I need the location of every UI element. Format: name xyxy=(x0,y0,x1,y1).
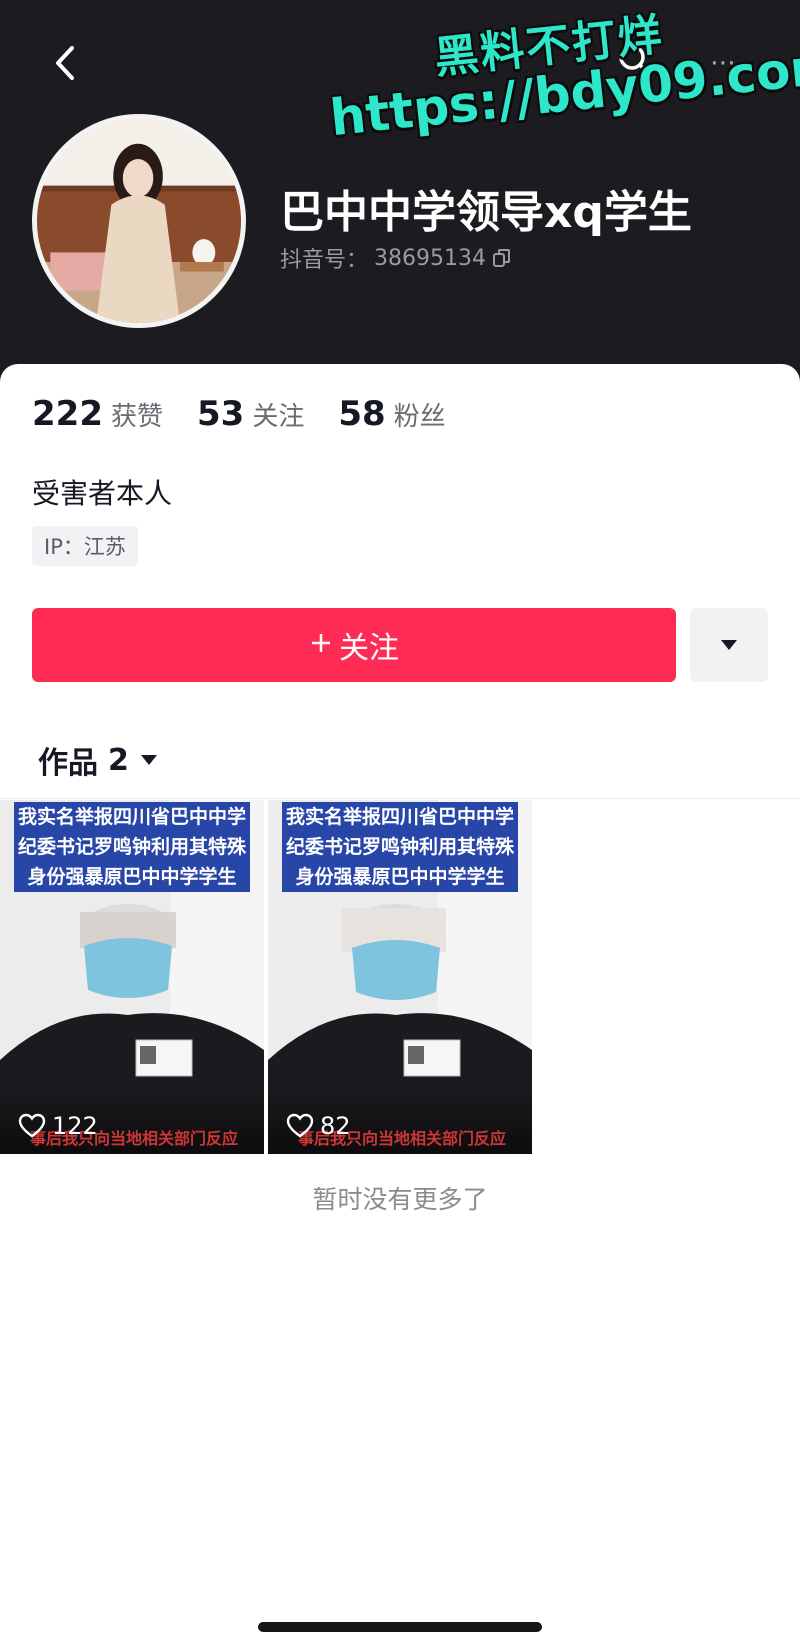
caret-down-icon xyxy=(721,640,737,650)
heart-icon xyxy=(286,1113,314,1138)
video-likes-count: 122 xyxy=(52,1112,98,1140)
plus-icon xyxy=(309,628,333,663)
stats-row: 222 获赞 53 关注 58 粉丝 xyxy=(32,394,446,434)
home-indicator[interactable] xyxy=(258,1622,542,1632)
stat-likes[interactable]: 222 获赞 xyxy=(32,394,163,434)
stat-label: 关注 xyxy=(252,402,305,432)
avatar[interactable] xyxy=(32,114,246,328)
douyin-id-value: 38695134 xyxy=(374,245,486,271)
bio-text: 受害者本人 xyxy=(32,477,173,510)
douyin-id: 抖音号： 38695134 xyxy=(280,242,512,274)
stat-following[interactable]: 53 关注 xyxy=(197,394,304,434)
avatar-image xyxy=(37,119,241,323)
search-button[interactable] xyxy=(615,40,661,86)
video-caption: 我实名举报四川省巴中中学纪委书记罗鸣钟利用其特殊身份强暴原巴中中学学生 xyxy=(14,802,250,892)
caret-down-icon xyxy=(140,755,157,765)
stat-label: 粉丝 xyxy=(393,402,446,432)
video-grid: 我实名举报四川省巴中中学纪委书记罗鸣钟利用其特殊身份强暴原巴中中学学生 事后我只… xyxy=(0,800,800,1154)
tab-works[interactable]: 作品 2 xyxy=(38,738,159,782)
profile-card: 222 获赞 53 关注 58 粉丝 受害者本人 IP：江苏 关注 作品 2 xyxy=(0,364,800,800)
copy-icon[interactable] xyxy=(492,248,512,268)
follow-button[interactable]: 关注 xyxy=(32,608,676,682)
ip-location-badge: IP：江苏 xyxy=(32,526,138,566)
stat-value: 58 xyxy=(338,394,386,434)
video-item[interactable]: 我实名举报四川省巴中中学纪委书记罗鸣钟利用其特殊身份强暴原巴中中学学生 事后我只… xyxy=(0,800,264,1154)
search-icon xyxy=(619,44,651,76)
video-caption: 我实名举报四川省巴中中学纪委书记罗鸣钟利用其特殊身份强暴原巴中中学学生 xyxy=(282,802,518,892)
chevron-left-icon xyxy=(56,46,74,80)
stat-value: 222 xyxy=(32,394,103,434)
follow-button-label: 关注 xyxy=(339,631,399,666)
no-more-text: 暂时没有更多了 xyxy=(312,1185,488,1214)
douyin-id-label: 抖音号： xyxy=(280,248,369,273)
video-likes: 122 xyxy=(18,1112,98,1140)
divider xyxy=(0,798,800,799)
stat-label: 获赞 xyxy=(110,402,163,432)
stat-value: 53 xyxy=(197,394,245,434)
profile-header: ⋯ 黑料不打烊 https://bdy09.com 巴中中学领导xq学生 抖音号… xyxy=(0,0,800,420)
video-likes: 82 xyxy=(286,1112,351,1140)
works-tab-count: 2 xyxy=(108,742,129,778)
video-likes-count: 82 xyxy=(320,1112,351,1140)
recommend-dropdown-button[interactable] xyxy=(690,608,768,682)
back-button[interactable] xyxy=(40,38,90,88)
more-icon: ⋯ xyxy=(710,48,736,78)
nickname: 巴中中学领导xq学生 xyxy=(280,187,692,238)
video-item[interactable]: 我实名举报四川省巴中中学纪委书记罗鸣钟利用其特殊身份强暴原巴中中学学生 事后我只… xyxy=(268,800,532,1154)
more-button[interactable]: ⋯ xyxy=(700,40,746,86)
stat-followers[interactable]: 58 粉丝 xyxy=(338,394,445,434)
works-tab-label: 作品 xyxy=(38,746,98,781)
heart-icon xyxy=(18,1113,46,1138)
